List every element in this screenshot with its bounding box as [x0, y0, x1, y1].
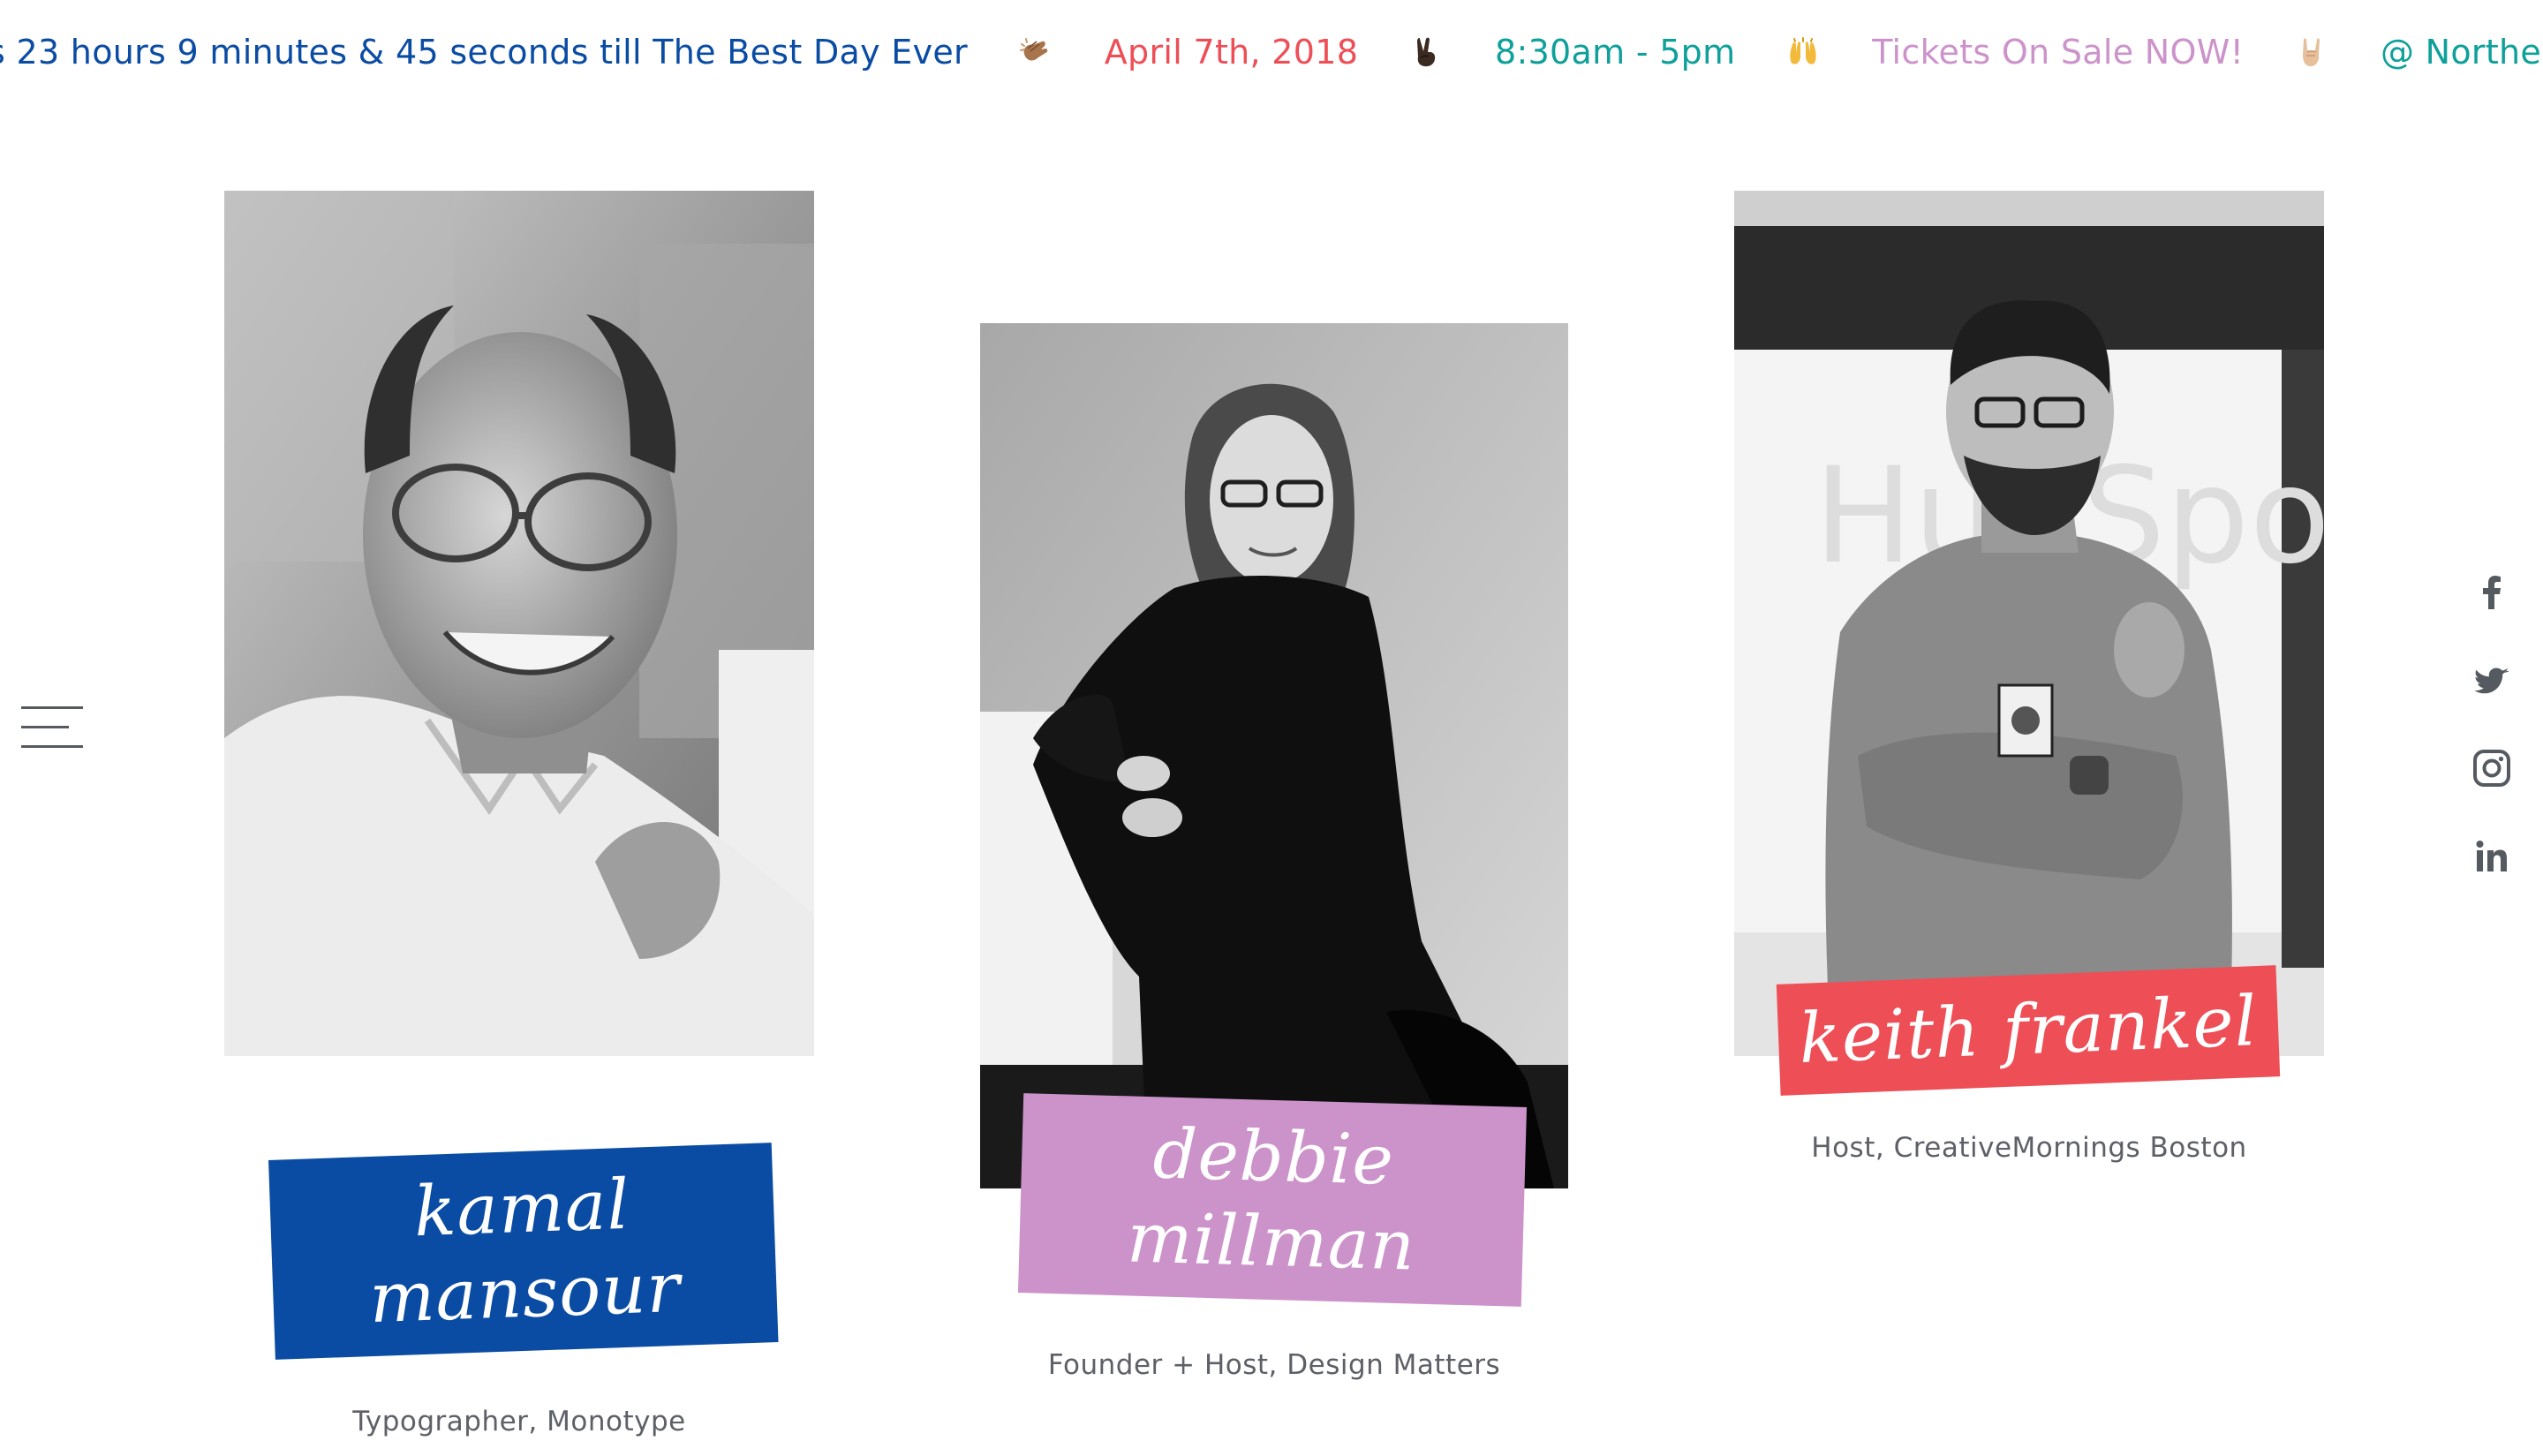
speaker-first-name: kamal	[412, 1165, 631, 1253]
speaker-first-name: debbie	[1151, 1114, 1396, 1201]
speaker-card-debbie-millman[interactable]: debbie millman Founder + Host, Design Ma…	[980, 323, 1568, 1409]
speaker-full-name: keith frankel	[1797, 982, 2260, 1079]
speaker-last-name: millman	[1126, 1198, 1417, 1286]
event-time: 8:30am - 5pm	[1495, 32, 1736, 72]
speaker-photo[interactable]	[980, 323, 1568, 1188]
event-date: April 7th, 2018	[1104, 32, 1359, 72]
raised-hands-icon	[1787, 36, 1819, 68]
speaker-last-name: mansour	[367, 1248, 683, 1339]
speaker-role: Typographer, Monotype	[352, 1406, 686, 1437]
countdown-text: s 23 hours 9 minutes & 45 seconds till T…	[0, 32, 968, 72]
linkedin-icon[interactable]	[2472, 837, 2511, 876]
speaker-photo[interactable]: HubSpot	[1734, 191, 2324, 1056]
speaker-card-keith-frankel[interactable]: HubSpot keith frankel Host, Creat	[1734, 191, 2324, 1164]
social-links	[2472, 572, 2511, 925]
ticker-track: s 23 hours 9 minutes & 45 seconds till T…	[0, 25, 2543, 77]
speaker-role: Founder + Host, Design Matters	[1047, 1349, 1501, 1381]
announcement-ticker: s 23 hours 9 minutes & 45 seconds till T…	[0, 0, 2543, 99]
tickets-on-sale-link[interactable]: Tickets On Sale NOW!	[1872, 27, 2244, 77]
speaker-name-label[interactable]: debbie millman	[1017, 1093, 1528, 1307]
speaker-photo[interactable]	[224, 191, 814, 1056]
clapping-hands-icon	[1019, 36, 1051, 68]
venue-text: @ Northeastern University,	[2380, 32, 2543, 72]
speaker-name-label[interactable]: keith frankel	[1776, 965, 2281, 1096]
victory-hand-icon	[1410, 36, 1442, 68]
speaker-name-label[interactable]: kamal mansour	[268, 1143, 779, 1360]
speaker-role: Host, CreativeMornings Boston	[1811, 1132, 2247, 1164]
twitter-icon[interactable]	[2472, 660, 2511, 699]
speaker-card-kamal-mansour[interactable]: kamal mansour Typographer, Monotype	[224, 191, 814, 1437]
menu-line-middle	[21, 726, 69, 728]
menu-line-top	[21, 706, 83, 709]
menu-line-bottom	[21, 745, 83, 748]
hamburger-menu-icon[interactable]	[21, 703, 87, 752]
rock-on-hand-icon	[2296, 36, 2328, 68]
instagram-icon[interactable]	[2472, 749, 2511, 788]
facebook-icon[interactable]	[2472, 572, 2511, 611]
